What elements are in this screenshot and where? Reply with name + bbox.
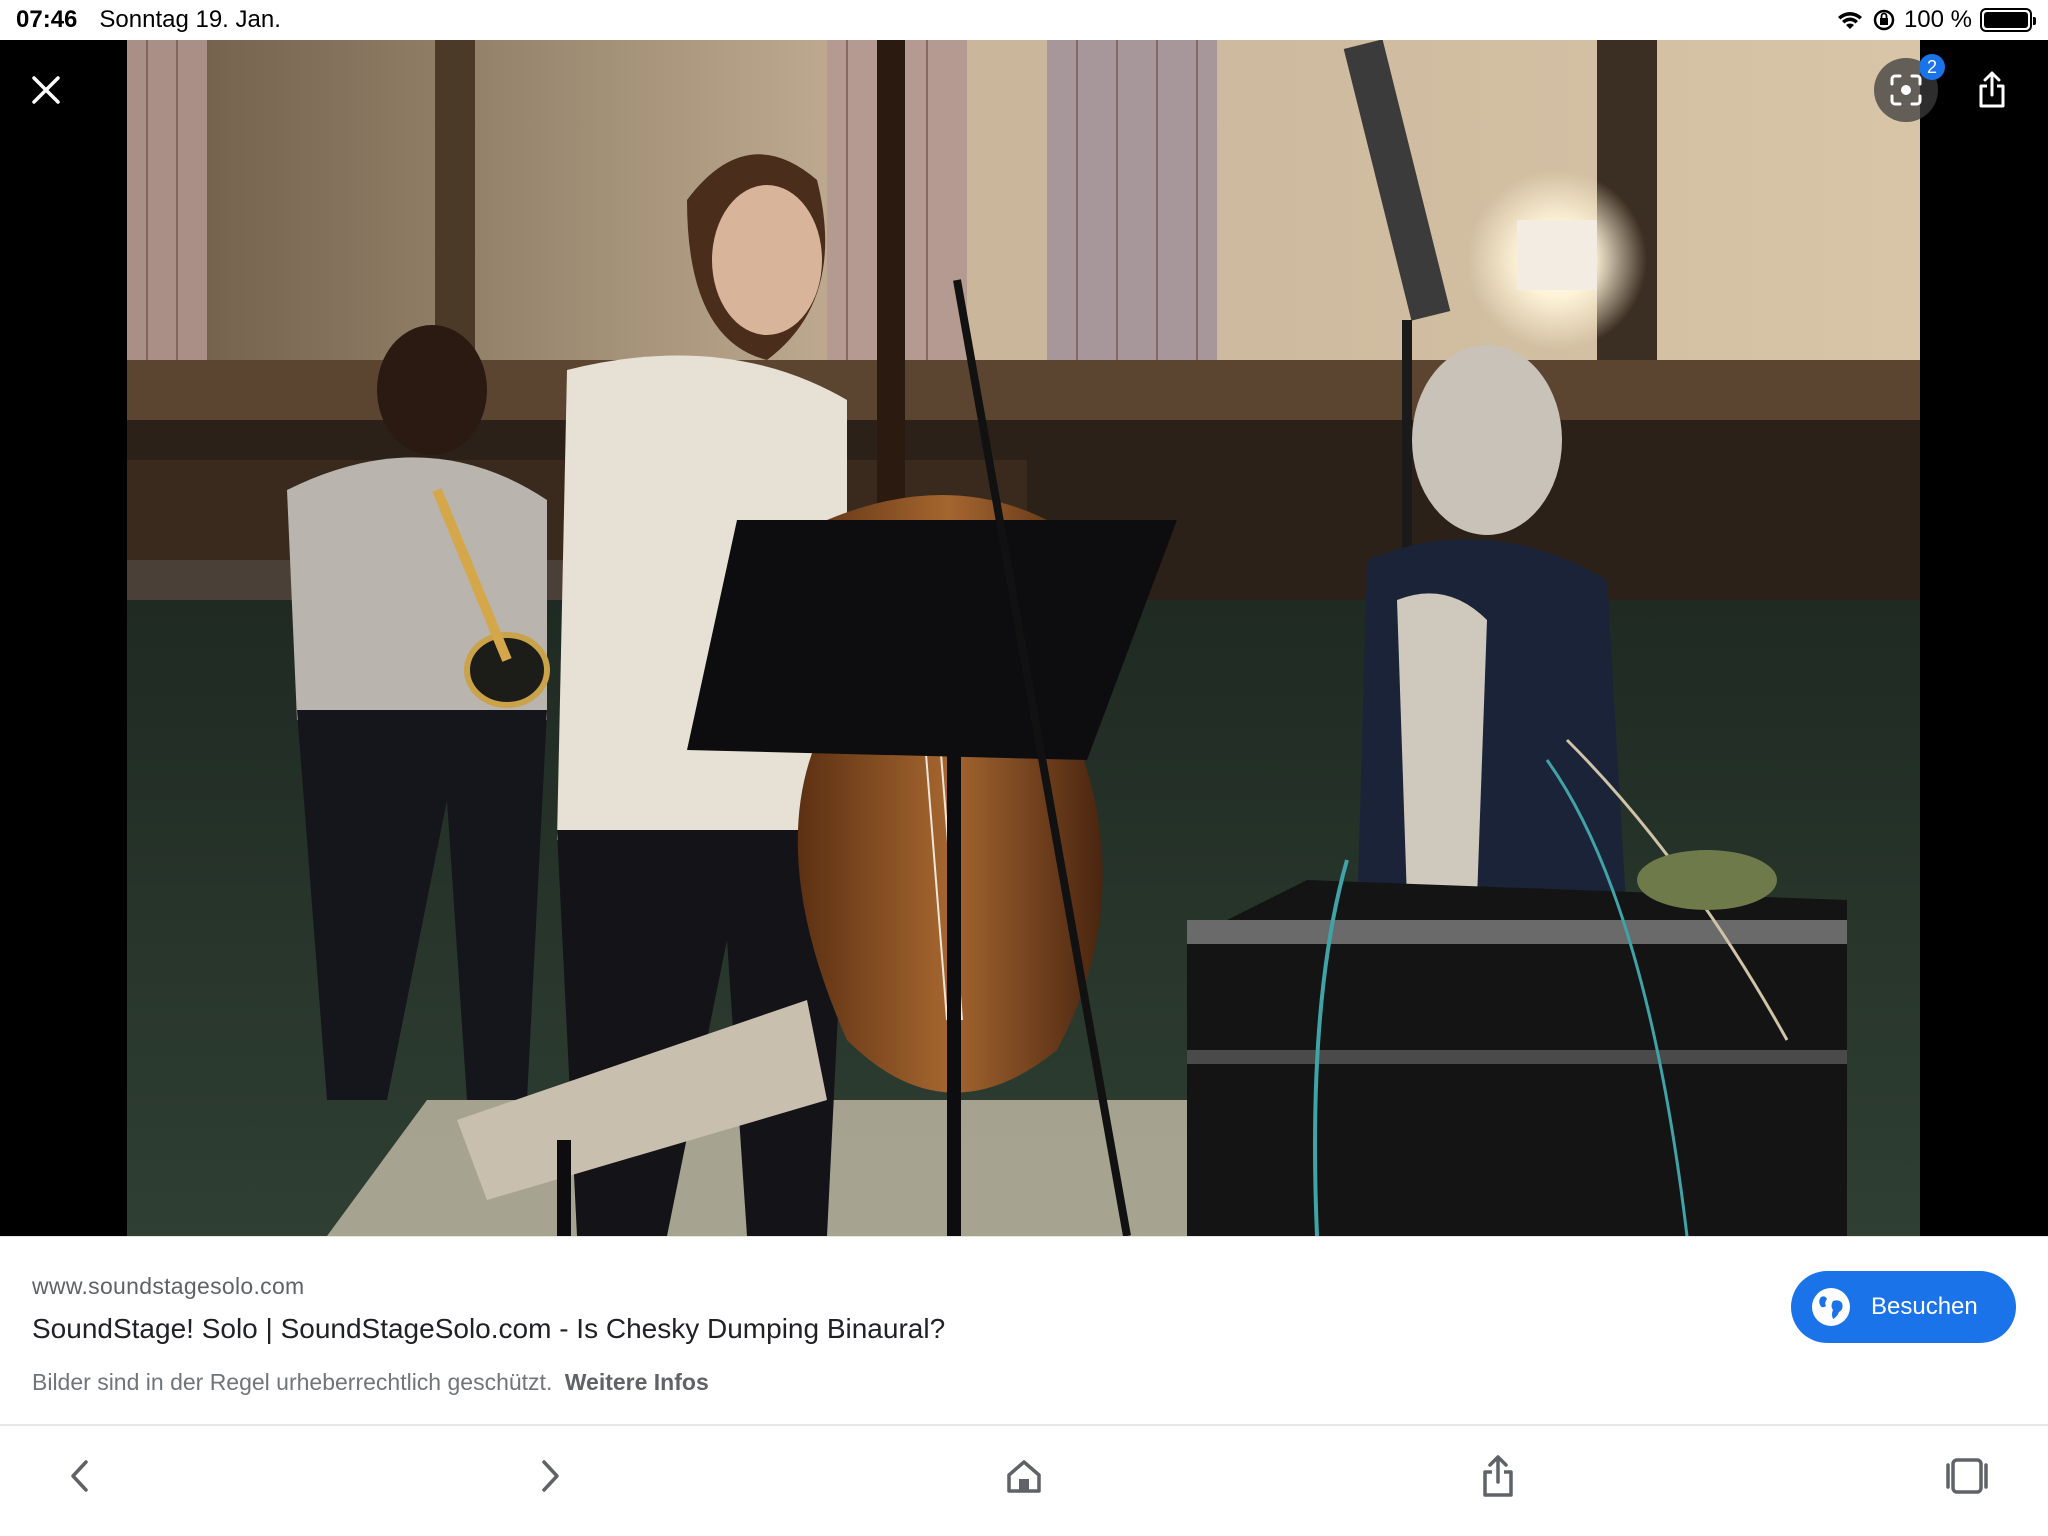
image-viewer: 2 [0,40,2048,1236]
result-title[interactable]: SoundStage! Solo | SoundStageSolo.com - … [32,1313,945,1345]
status-time: 07:46 [16,6,78,33]
globe-icon [1812,1288,1850,1326]
forward-button[interactable] [520,1446,580,1506]
share-button[interactable] [1966,64,2018,116]
share-icon [1483,1455,1513,1497]
lens-badge: 2 [1919,54,1945,80]
result-info-panel: www.soundstagesolo.com SoundStage! Solo … [0,1236,2048,1424]
visit-button[interactable]: Besuchen [1791,1271,2016,1343]
tabs-icon [1946,1458,1988,1494]
status-indicators: 100 % [1836,6,2036,34]
lens-icon [1890,74,1922,106]
result-image[interactable] [127,40,1920,1236]
battery-percent: 100 % [1903,6,1972,33]
orientation-lock-icon [1872,8,1896,32]
back-icon [71,1460,88,1492]
close-icon [32,76,60,104]
copyright-notice: Bilder sind in der Regel urheberrechtlic… [32,1369,709,1396]
more-info-link[interactable]: Weitere Infos [565,1369,709,1395]
wifi-icon [1836,9,1864,31]
share-page-button[interactable] [1468,1446,1528,1506]
bottom-toolbar [0,1426,2048,1536]
tabs-button[interactable] [1937,1446,1997,1506]
status-bar: 07:46 Sonntag 19. Jan. 100 % [0,0,2048,40]
home-icon [1007,1460,1041,1493]
back-button[interactable] [50,1446,110,1506]
home-button[interactable] [994,1446,1054,1506]
visit-label: Besuchen [1871,1293,1978,1320]
status-date: Sonntag 19. Jan. [99,6,281,33]
close-button[interactable] [22,66,70,114]
copyright-text: Bilder sind in der Regel urheberrechtlic… [32,1369,553,1395]
forward-icon [542,1460,559,1492]
result-domain[interactable]: www.soundstagesolo.com [32,1273,305,1300]
battery-icon [1980,8,2036,32]
share-icon [1979,71,2005,108]
